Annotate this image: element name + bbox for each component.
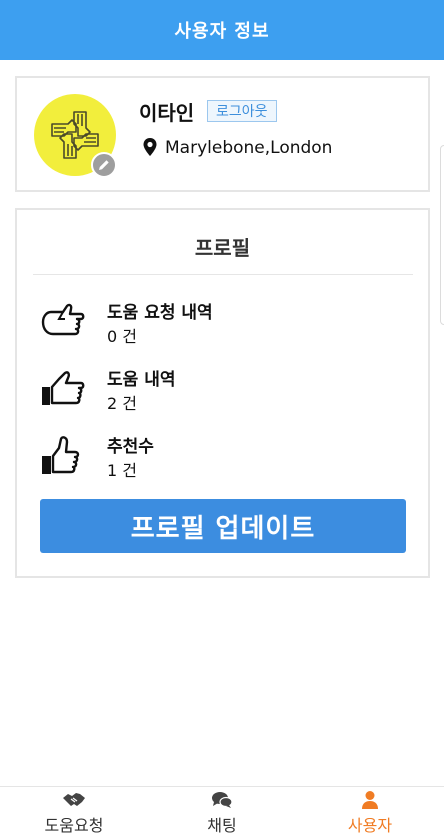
stat-help-requests: 도움 요청 내역 0 건 [39, 298, 399, 348]
app-bar: 사용자 정보 [0, 0, 444, 60]
user-location: Marylebone,London [165, 138, 333, 158]
nav-label: 채팅 [207, 815, 237, 835]
user-icon [362, 790, 378, 809]
nav-label: 도움요청 [44, 815, 104, 835]
chat-icon [212, 791, 233, 808]
logout-button[interactable]: 로그아웃 [207, 100, 277, 122]
nav-help-request[interactable]: 도움요청 [0, 787, 148, 836]
thumb-right-icon [42, 371, 85, 405]
location-pin-icon [143, 138, 157, 156]
nav-user[interactable]: 사용자 [296, 787, 444, 836]
nav-chat[interactable]: 채팅 [148, 787, 296, 836]
stat-count: 0 건 [107, 327, 137, 346]
profile-card: 프로필 도움 요청 내역 0 건 도움 내역 2 건 추천수 1 건 프로필 업… [15, 208, 430, 578]
user-card: 이타인 로그아웃 Marylebone,London [15, 76, 430, 192]
stat-help-given: 도움 내역 2 건 [39, 365, 399, 415]
profile-section-title: 프로필 [194, 236, 251, 260]
page-title: 사용자 정보 [174, 21, 270, 42]
handshake-icon [63, 792, 85, 806]
pencil-icon [99, 160, 109, 170]
update-profile-button[interactable]: 프로필 업데이트 [40, 499, 406, 553]
edit-avatar-button[interactable] [91, 152, 117, 178]
stat-label: 도움 요청 내역 [107, 303, 213, 323]
stat-count: 1 건 [107, 461, 137, 480]
stat-recommendations: 추천수 1 건 [39, 432, 399, 482]
stat-label: 추천수 [107, 437, 154, 457]
nav-label: 사용자 [347, 815, 393, 835]
thumbs-up-icon [42, 436, 80, 474]
divider [33, 274, 413, 275]
thumb-pointing-icon [41, 303, 85, 336]
stat-label: 도움 내역 [107, 370, 176, 390]
bottom-nav: 도움요청 채팅 사용자 [0, 786, 444, 836]
user-name: 이타인 [139, 101, 195, 125]
scroll-indicator [440, 145, 444, 325]
stat-count: 2 건 [107, 394, 137, 413]
